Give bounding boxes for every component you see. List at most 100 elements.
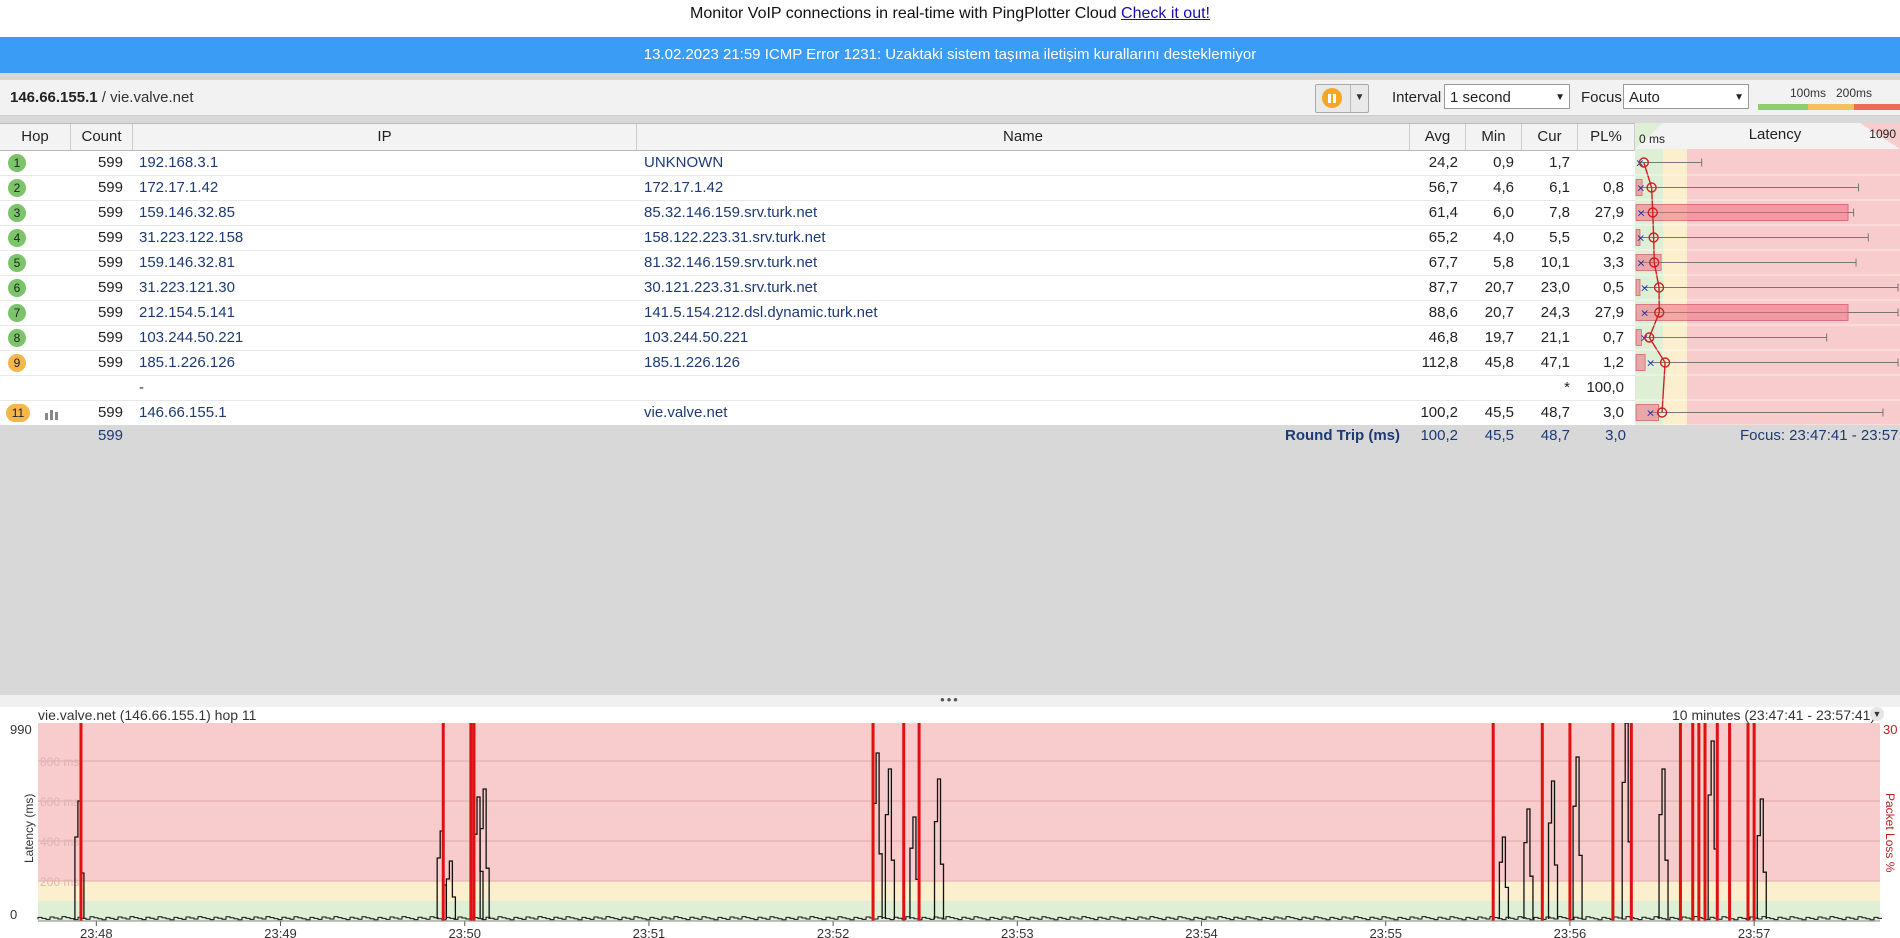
hop-pl: 0,2 xyxy=(1603,229,1624,246)
trace-grid: Hop Count IP Name Avg Min Cur PL% 1 599 19… xyxy=(0,123,1900,447)
hop-min: 0,9 xyxy=(1493,154,1514,171)
graph-title: vie.valve.net (146.66.155.1) hop 11 xyxy=(38,707,257,723)
latency-scale-legend: 100ms 200ms xyxy=(1758,84,1900,110)
packet-loss-line xyxy=(469,723,473,921)
chevron-down-icon[interactable]: ▼ xyxy=(1870,707,1884,721)
bar-chart-icon[interactable] xyxy=(44,407,58,420)
hop-ip: 31.223.121.30 xyxy=(139,279,235,296)
pause-button[interactable]: ▼ xyxy=(1315,84,1369,113)
hop-row[interactable]: 4 599 31.223.122.158 158.122.223.31.srv.tur… xyxy=(0,225,1635,251)
hop-count: 599 xyxy=(97,304,123,321)
hop-row[interactable]: 2 599 172.17.1.42 172.17.1.42 56,7 4,6 6,1 0,8 xyxy=(0,175,1635,201)
scale-red-bar xyxy=(1854,104,1900,110)
hop-pl: 1,2 xyxy=(1603,354,1624,371)
hop-row[interactable]: 8 599 103.244.50.221 103.244.50.221 46,8 19,7… xyxy=(0,325,1635,351)
col-name[interactable]: Name xyxy=(637,124,1410,150)
hop-number-badge: 4 xyxy=(8,229,26,247)
error-banner: 13.02.2023 21:59 ICMP Error 1231: Uzakta… xyxy=(0,37,1900,73)
summary-min: 45,5 xyxy=(1484,427,1514,444)
x-tick-label: 23:56 xyxy=(1554,926,1587,938)
hop-min xyxy=(1466,375,1514,400)
hop-row[interactable]: - * 100,0 xyxy=(0,375,1635,401)
hop-row[interactable]: 1 599 192.168.3.1 UNKNOWN 24,2 0,9 1,7 xyxy=(0,150,1635,176)
loss-axis-top-label: 30 xyxy=(1883,723,1897,737)
x-tick-label: 23:49 xyxy=(264,926,297,938)
hop-cur: 21,1 xyxy=(1540,329,1570,346)
col-cur[interactable]: Cur xyxy=(1522,124,1578,150)
hop-row[interactable]: 9 599 185.1.226.126 185.1.226.126 112,8 45,8 4… xyxy=(0,350,1635,376)
latency-column-title: Latency xyxy=(1749,126,1802,143)
hop-avg: 87,7 xyxy=(1428,279,1458,296)
min-latency-mark: × xyxy=(1646,407,1655,420)
col-min[interactable]: Min xyxy=(1466,124,1522,150)
timeline-graph: 800 ms 600 ms 400 ms 200 ms 990 0 Latency (ms)… xyxy=(0,723,1900,938)
packet-loss-line xyxy=(1491,723,1495,921)
min-latency-mark: × xyxy=(1636,207,1645,220)
hop-name: 103.244.50.221 xyxy=(644,329,749,346)
hop-row[interactable]: 3 599 159.146.32.85 85.32.146.159.srv.turk.… xyxy=(0,200,1635,226)
hop-row[interactable]: 6 599 31.223.121.30 30.121.223.31.srv.turk.… xyxy=(0,275,1635,301)
hop-ip: 172.17.1.42 xyxy=(139,179,219,196)
promo-link[interactable]: Check it out! xyxy=(1121,5,1210,22)
pause-dropdown-chevron-icon[interactable]: ▼ xyxy=(1350,85,1368,112)
hop-pl xyxy=(1578,150,1624,175)
hop-pl: 27,9 xyxy=(1594,304,1624,321)
x-tick-label: 23:54 xyxy=(1185,926,1218,938)
graph-range[interactable]: 10 minutes (23:47:41 - 23:57:41) xyxy=(1672,707,1875,723)
y-axis-bottom-label: 0 xyxy=(10,907,17,922)
min-latency-mark: × xyxy=(1640,282,1649,295)
hop-min: 5,8 xyxy=(1493,254,1514,271)
packet-loss-line xyxy=(917,723,921,921)
hop-pl: 27,9 xyxy=(1594,204,1624,221)
hop-min: 45,8 xyxy=(1484,354,1514,371)
hop-number-badge: 6 xyxy=(8,279,26,297)
hop-ip: 185.1.226.126 xyxy=(139,354,235,371)
col-hop[interactable]: Hop xyxy=(0,124,71,150)
hop-avg xyxy=(1410,375,1458,400)
hop-avg: 112,8 xyxy=(1421,354,1458,371)
latency-end-label: 1090 xyxy=(1869,127,1896,141)
min-latency-mark: × xyxy=(1636,232,1645,245)
hop-pl: 3,3 xyxy=(1603,254,1624,271)
hop-row[interactable]: 5 599 159.146.32.81 81.32.146.159.srv.turk.… xyxy=(0,250,1635,276)
focus-select[interactable]: Auto ▼ xyxy=(1623,84,1749,109)
hop-ip: - xyxy=(139,379,144,396)
hop-ip: 146.66.155.1 xyxy=(139,404,227,421)
hop-avg: 67,7 xyxy=(1428,254,1458,271)
hop-cur: 48,7 xyxy=(1540,404,1570,421)
hop-min: 45,5 xyxy=(1484,404,1514,421)
packet-loss-line xyxy=(1715,723,1719,921)
hop-count: 599 xyxy=(97,254,123,271)
interval-label: Interval xyxy=(1392,89,1442,106)
hop-ip: 159.146.32.85 xyxy=(139,204,235,221)
hop-number-badge: 7 xyxy=(8,304,26,322)
packet-loss-line xyxy=(1703,723,1707,921)
hop-number-badge: 9 xyxy=(8,354,26,372)
col-pl[interactable]: PL% xyxy=(1578,124,1635,150)
y-axis-top-label: 990 xyxy=(10,723,32,737)
x-tick-label: 23:52 xyxy=(817,926,850,938)
latency-mini-chart: Latency0 ms 1090×××××××××× xyxy=(1635,123,1900,425)
summary-cur: 48,7 xyxy=(1540,427,1570,444)
hop-ip: 103.244.50.221 xyxy=(139,329,244,346)
pause-icon xyxy=(1322,88,1342,108)
col-ip[interactable]: IP xyxy=(133,124,637,150)
min-latency-mark: × xyxy=(1636,257,1645,270)
hop-count: 599 xyxy=(97,204,123,221)
interval-select[interactable]: 1 second ▼ xyxy=(1444,84,1570,109)
packet-loss-line xyxy=(871,723,875,921)
panel-splitter[interactable]: ••• xyxy=(0,693,1900,707)
min-latency-mark: × xyxy=(1636,182,1645,195)
round-trip-summary: 599 Round Trip (ms) 100,2 45,5 48,7 3,0 … xyxy=(0,425,1900,447)
x-tick-label: 23:53 xyxy=(1001,926,1034,938)
packet-loss-line xyxy=(441,723,445,921)
scale-green-bar xyxy=(1758,104,1808,110)
hop-count: 599 xyxy=(97,154,123,171)
hop-ip: 31.223.122.158 xyxy=(139,229,244,246)
target-name: vie.valve.net xyxy=(110,89,194,106)
hop-pl: 0,8 xyxy=(1603,179,1624,196)
col-count[interactable]: Count xyxy=(71,124,133,150)
hop-row[interactable]: 7 599 212.154.5.141 141.5.154.212.dsl.dynam… xyxy=(0,300,1635,326)
col-avg[interactable]: Avg xyxy=(1410,124,1466,150)
hop-pl: 100,0 xyxy=(1586,379,1624,396)
